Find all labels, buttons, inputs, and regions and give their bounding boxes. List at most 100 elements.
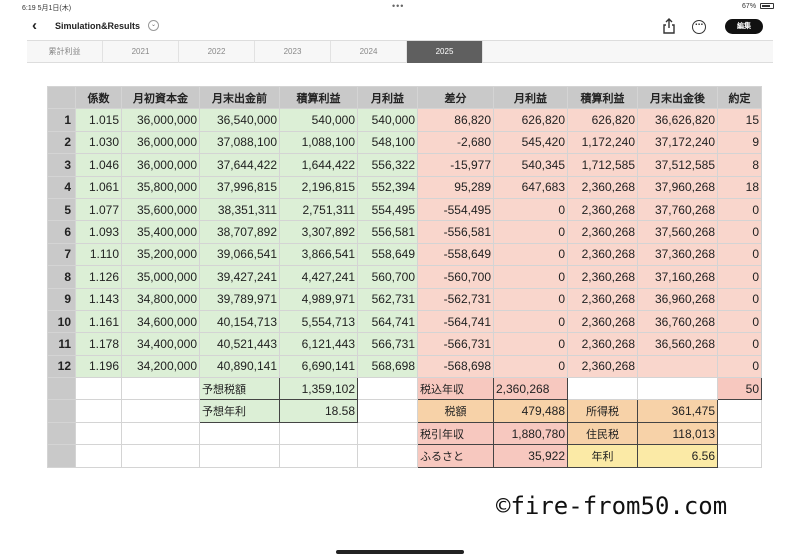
table-cell[interactable]: 8: [717, 153, 762, 177]
cell[interactable]: [75, 377, 122, 401]
cell[interactable]: [357, 399, 418, 423]
income-tax-label[interactable]: 所得税: [567, 399, 638, 423]
cell[interactable]: [357, 421, 418, 446]
table-cell[interactable]: -562,731: [417, 287, 494, 311]
table-cell[interactable]: 0: [493, 332, 568, 356]
table-cell[interactable]: 3,866,541: [279, 242, 358, 267]
table-cell[interactable]: 37,760,268: [637, 197, 718, 222]
table-cell[interactable]: 4,989,971: [279, 287, 358, 311]
row-header[interactable]: [47, 399, 76, 423]
table-cell[interactable]: 36,540,000: [199, 108, 280, 132]
table-cell[interactable]: 2,360,268: [567, 175, 638, 199]
table-cell[interactable]: 2,360,268: [567, 309, 638, 334]
table-cell[interactable]: 39,066,541: [199, 242, 280, 267]
table-cell[interactable]: 37,996,815: [199, 175, 280, 199]
more-icon[interactable]: ⋯: [692, 20, 706, 34]
table-cell[interactable]: -558,649: [417, 242, 494, 267]
table-cell[interactable]: 1.061: [75, 175, 122, 199]
table-cell[interactable]: 1.178: [75, 332, 122, 356]
share-icon[interactable]: [662, 18, 676, 34]
table-cell[interactable]: 2,360,268: [567, 197, 638, 222]
row-header[interactable]: 1: [47, 108, 76, 132]
table-cell[interactable]: 39,789,971: [199, 287, 280, 311]
tab-2022[interactable]: 2022: [179, 41, 255, 63]
table-cell[interactable]: 626,820: [567, 108, 638, 132]
cell[interactable]: [121, 421, 200, 446]
table-cell[interactable]: 36,000,000: [121, 108, 200, 132]
table-cell[interactable]: 2,360,268: [567, 354, 638, 379]
table-cell[interactable]: 35,400,000: [121, 220, 200, 244]
table-cell[interactable]: 38,351,311: [199, 197, 280, 222]
table-cell[interactable]: 40,890,141: [199, 354, 280, 379]
row-header[interactable]: 9: [47, 287, 76, 311]
table-cell[interactable]: 1.143: [75, 287, 122, 311]
table-cell[interactable]: 545,420: [493, 130, 568, 155]
table-cell[interactable]: 36,000,000: [121, 130, 200, 155]
table-cell[interactable]: 37,088,100: [199, 130, 280, 155]
table-cell[interactable]: -2,680: [417, 130, 494, 155]
table-cell[interactable]: 1.126: [75, 265, 122, 289]
table-cell[interactable]: 37,172,240: [637, 130, 718, 155]
cell[interactable]: [279, 444, 358, 468]
table-cell[interactable]: 562,731: [357, 287, 418, 311]
cell[interactable]: [279, 421, 358, 446]
annual-yield-label[interactable]: 年利: [567, 444, 638, 468]
table-cell[interactable]: 2,360,268: [567, 242, 638, 267]
table-cell[interactable]: 1.015: [75, 108, 122, 132]
back-chevron-icon[interactable]: ‹: [32, 17, 37, 34]
cell[interactable]: [637, 377, 718, 401]
table-cell[interactable]: 0: [717, 287, 762, 311]
table-cell[interactable]: -564,741: [417, 309, 494, 334]
cell[interactable]: [121, 444, 200, 468]
table-cell[interactable]: 36,000,000: [121, 153, 200, 177]
table-cell[interactable]: 540,000: [357, 108, 418, 132]
table-cell[interactable]: 554,495: [357, 197, 418, 222]
table-cell[interactable]: 0: [493, 242, 568, 267]
column-header[interactable]: 月初資本金: [121, 85, 200, 110]
table-cell[interactable]: 37,644,422: [199, 153, 280, 177]
row-header[interactable]: [47, 377, 76, 401]
table-cell[interactable]: 34,200,000: [121, 354, 200, 379]
table-cell[interactable]: 0: [717, 220, 762, 244]
table-cell[interactable]: 4,427,241: [279, 265, 358, 289]
table-cell[interactable]: 34,400,000: [121, 332, 200, 356]
table-cell[interactable]: 95,289: [417, 175, 494, 199]
table-cell[interactable]: 5,554,713: [279, 309, 358, 334]
cell[interactable]: [121, 377, 200, 401]
table-cell[interactable]: 2,360,268: [567, 287, 638, 311]
table-cell[interactable]: 35,800,000: [121, 175, 200, 199]
row-header[interactable]: 5: [47, 197, 76, 222]
table-cell[interactable]: 40,521,443: [199, 332, 280, 356]
table-cell[interactable]: 0: [717, 265, 762, 289]
table-cell[interactable]: 568,698: [357, 354, 418, 379]
cell[interactable]: [717, 399, 762, 423]
row-header[interactable]: 8: [47, 265, 76, 289]
table-cell[interactable]: 1.110: [75, 242, 122, 267]
table-cell[interactable]: 37,360,268: [637, 242, 718, 267]
chevron-down-icon[interactable]: ⌄: [148, 20, 159, 31]
table-cell[interactable]: 0: [717, 197, 762, 222]
expected-tax-label[interactable]: 予想税額: [199, 377, 280, 401]
table-cell[interactable]: 36,626,820: [637, 108, 718, 132]
tax-value[interactable]: 479,488: [493, 399, 568, 423]
table-cell[interactable]: 2,360,268: [567, 265, 638, 289]
column-header[interactable]: 積算利益: [567, 85, 638, 110]
table-cell[interactable]: 9: [717, 130, 762, 155]
table-cell[interactable]: -15,977: [417, 153, 494, 177]
table-cell[interactable]: 0: [493, 220, 568, 244]
table-cell[interactable]: 36,960,268: [637, 287, 718, 311]
table-cell[interactable]: 0: [717, 332, 762, 356]
table-cell[interactable]: 35,000,000: [121, 265, 200, 289]
pretax-income-label[interactable]: 税込年収: [417, 377, 494, 401]
column-header[interactable]: 月末出金前: [199, 85, 280, 110]
document-title[interactable]: Simulation&Results: [55, 21, 140, 31]
column-header[interactable]: 約定: [717, 85, 762, 110]
table-cell[interactable]: -568,698: [417, 354, 494, 379]
table-cell[interactable]: 1.030: [75, 130, 122, 155]
table-cell[interactable]: 34,800,000: [121, 287, 200, 311]
table-cell[interactable]: 6,121,443: [279, 332, 358, 356]
row-header[interactable]: 11: [47, 332, 76, 356]
home-indicator[interactable]: [336, 550, 464, 554]
expected-yield-label[interactable]: 予想年利: [199, 399, 280, 423]
edit-button[interactable]: 編集: [725, 19, 763, 34]
